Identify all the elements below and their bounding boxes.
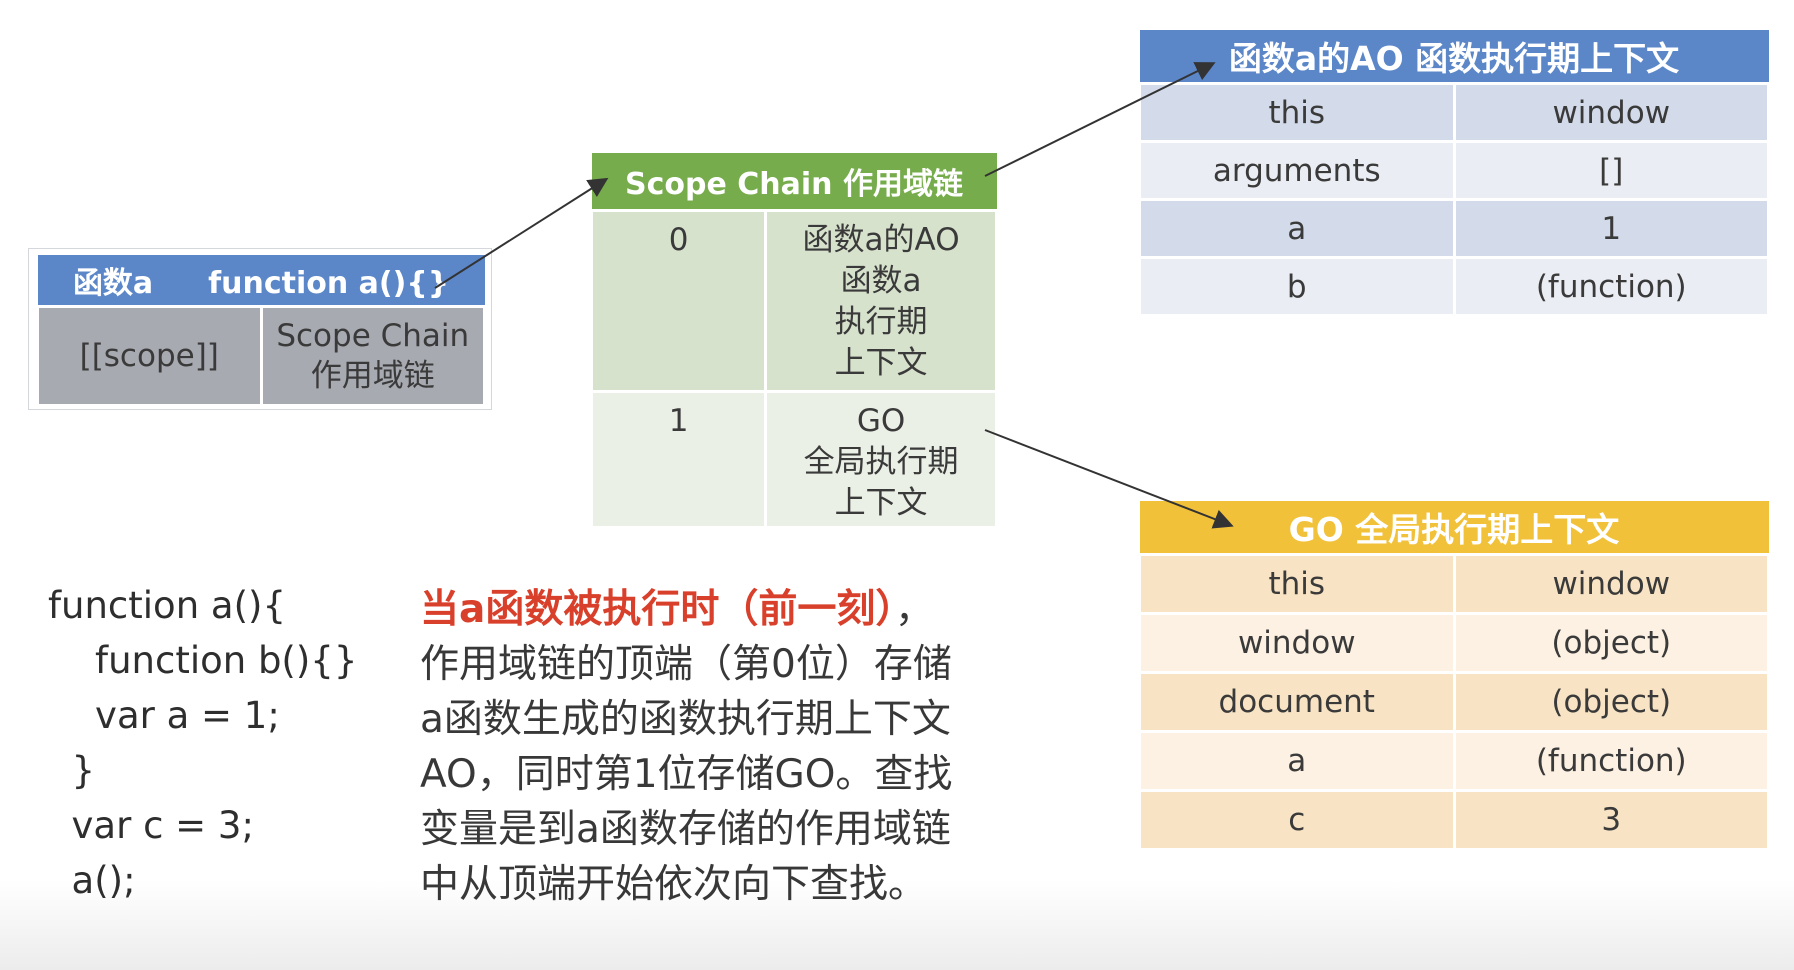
connector-arrows	[434, 62, 1234, 529]
arrow-scope-to-ao	[984, 62, 1216, 177]
arrow-function-to-scope	[434, 177, 609, 289]
arrow-scope-to-go	[984, 429, 1234, 529]
